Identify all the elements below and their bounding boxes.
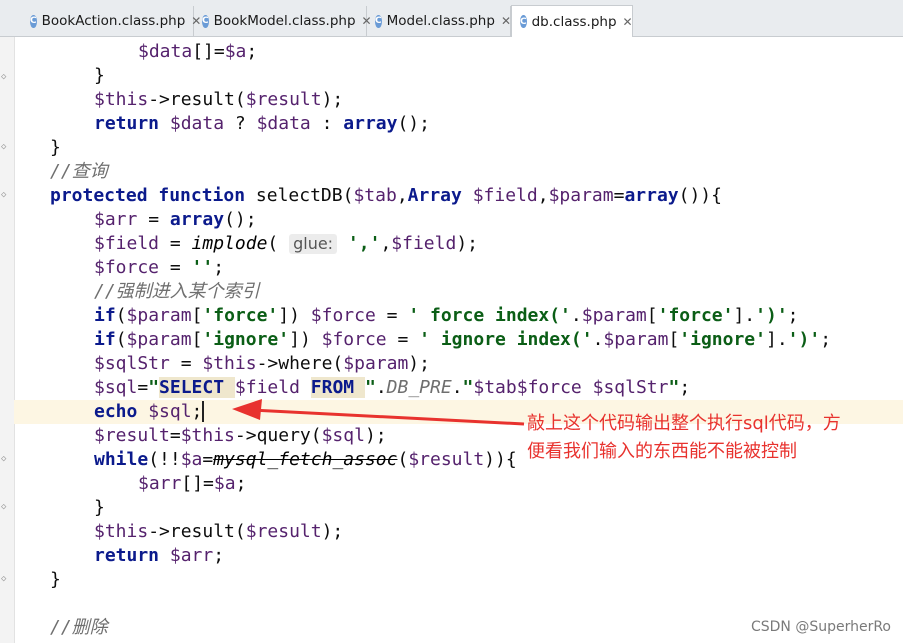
annotation-line-1: 敲上这个代码输出整个执行sql代码，方 (527, 413, 841, 434)
annotation-text: 敲上这个代码输出整个执行sql代码，方 便看我们输入的东西能不能被控制 (527, 410, 899, 466)
annotation-line-2: 便看我们输入的东西能不能被控制 (527, 441, 797, 462)
annotation-arrow (232, 399, 525, 426)
watermark: CSDN @SuperherRo (750, 619, 891, 635)
